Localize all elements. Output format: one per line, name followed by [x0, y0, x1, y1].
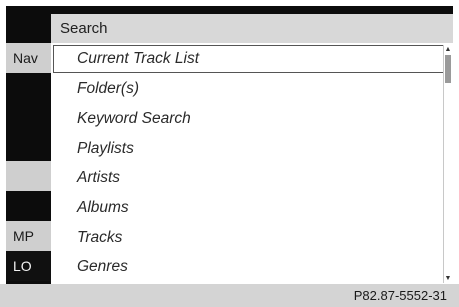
menu-item-current-track-list[interactable]: Current Track List [53, 45, 447, 73]
menu-item-playlists[interactable]: Playlists [51, 134, 449, 164]
scroll-down-arrow-icon[interactable]: ▼ [444, 274, 452, 283]
display-screen: Nav MP LO Search Current Track List Fold… [6, 6, 453, 284]
background-nav-label: Nav [13, 50, 38, 66]
menu-item-genres[interactable]: Genres [51, 252, 449, 282]
menu-item-artists[interactable]: Artists [51, 163, 449, 193]
background-lo-label: LO [13, 258, 32, 274]
list-scrollbar[interactable]: ▲ ▼ [443, 45, 452, 283]
scroll-thumb[interactable] [445, 55, 451, 83]
scroll-up-arrow-icon[interactable]: ▲ [444, 45, 452, 54]
search-menu: Search Current Track List Folder(s) Keyw… [51, 14, 453, 284]
search-options-list: Current Track List Folder(s) Keyword Sea… [51, 43, 453, 284]
menu-title: Search [60, 20, 108, 37]
menu-item-keyword-search[interactable]: Keyword Search [51, 104, 449, 134]
menu-item-albums[interactable]: Albums [51, 193, 449, 223]
menu-header: Search [51, 14, 453, 43]
menu-item-folders[interactable]: Folder(s) [51, 74, 449, 104]
reference-code: P82.87-5552-31 [353, 288, 447, 303]
background-mp-label: MP [13, 228, 34, 244]
footer-bar: P82.87-5552-31 [0, 284, 459, 307]
menu-item-tracks[interactable]: Tracks [51, 223, 449, 253]
